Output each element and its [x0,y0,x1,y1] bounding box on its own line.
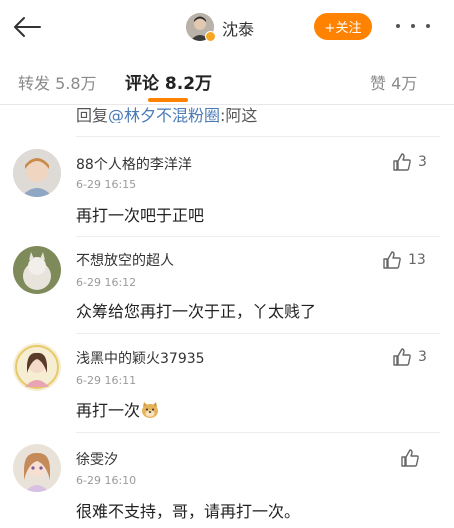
reply-prefix: 回复 [76,106,109,123]
comment-text: 再打一次吧于正吧 [76,206,205,225]
mention-link[interactable]: @林夕不混粉圈 [108,106,220,123]
divider [76,236,440,237]
like-button[interactable]: 3 [392,152,427,172]
follow-button[interactable]: +关注 [314,13,372,40]
divider [76,333,440,334]
verified-badge-icon [205,31,216,42]
reply-preview[interactable]: 回复@林夕不混粉圈:阿这 [76,103,257,123]
commenter-avatar[interactable] [13,343,61,391]
comment-time: 6-29 16:11 [76,374,137,387]
thumbs-up-icon [393,153,411,171]
commenter-avatar[interactable] [13,444,61,492]
like-count: 13 [408,252,426,268]
doge-emoji-icon [142,402,159,418]
comment-text-content: 再打一次 [76,401,141,420]
dot-icon [396,24,400,28]
thumbs-up-icon [401,449,419,467]
post-tabs: 转发 5.8万 评论 8.2万 赞 4万 [0,56,454,104]
dot-icon [411,24,415,28]
tab-repost[interactable]: 转发 5.8万 [18,70,97,94]
divider [76,136,440,137]
like-count: 3 [418,349,427,365]
like-button[interactable]: 13 [382,250,426,270]
tab-likes[interactable]: 赞 4万 [370,70,417,94]
like-count: 3 [418,154,427,170]
commenter-name[interactable]: 浅黑中的颖火37935 [76,348,205,368]
dot-icon [426,24,430,28]
thumbs-up-icon [383,251,401,269]
commenter-avatar[interactable] [13,246,61,294]
comment-time: 6-29 16:12 [76,276,137,289]
comment-text: 众筹给您再打一次于正，丫太贱了 [76,302,317,321]
tab-comments[interactable]: 评论 8.2万 [125,69,212,94]
active-tab-indicator [148,98,188,102]
commenter-name[interactable]: 不想放空的超人 [76,250,174,270]
reply-text: :阿这 [220,106,258,123]
divider [76,432,440,433]
commenter-name[interactable]: 88个人格的李洋洋 [76,154,192,174]
back-arrow-icon [14,17,41,37]
back-button[interactable] [12,12,42,42]
like-button[interactable] [400,448,426,468]
more-options-button[interactable] [396,14,430,38]
author-name[interactable]: 沈泰 [222,16,254,40]
comment-time: 6-29 16:10 [76,474,137,487]
comment-time: 6-29 16:15 [76,178,137,191]
commenter-avatar[interactable] [13,149,61,197]
commenter-name[interactable]: 徐雯汐 [76,449,118,469]
thumbs-up-icon [393,348,411,366]
comment-text: 很难不支持，哥，请再打一次。 [76,502,301,521]
top-nav-bar: 沈泰 +关注 [0,0,454,54]
like-button[interactable]: 3 [392,347,427,367]
comment-text: 再打一次 [76,397,159,421]
